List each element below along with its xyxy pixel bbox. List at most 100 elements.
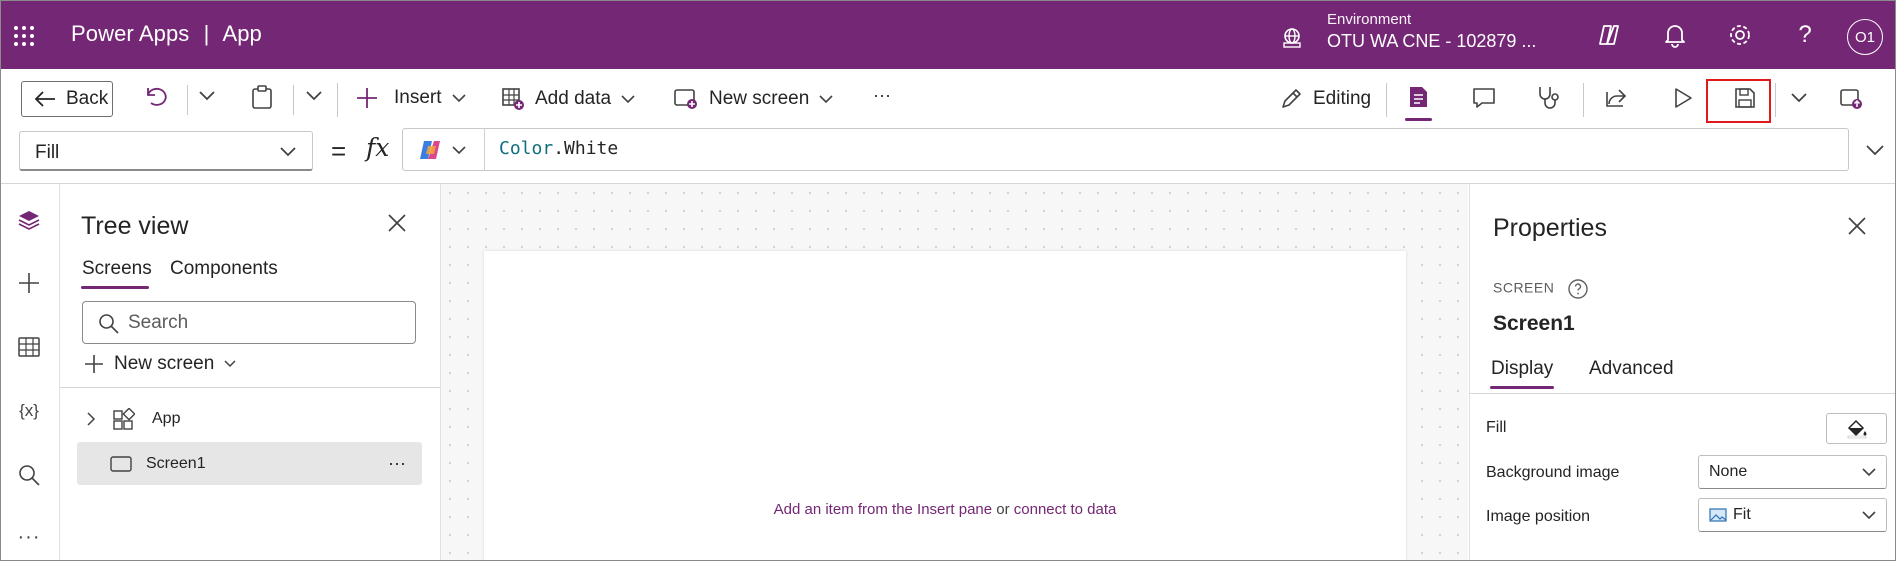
- undo-button[interactable]: [144, 85, 168, 107]
- toolbar-separator: [1386, 83, 1387, 117]
- close-icon[interactable]: [387, 213, 407, 233]
- top-header: Power Apps | App Environment OTU WA CNE …: [1, 1, 1895, 69]
- more-options-icon[interactable]: ···: [15, 523, 43, 551]
- save-separator: [1775, 83, 1776, 117]
- expand-formula-button[interactable]: [1866, 145, 1884, 156]
- chevron-down-icon: [452, 146, 466, 155]
- search-icon: [99, 314, 119, 334]
- data-table-icon[interactable]: [15, 333, 43, 361]
- tree-item-label: App: [152, 409, 181, 427]
- help-icon[interactable]: ?: [1791, 21, 1819, 49]
- insert-plus-icon[interactable]: [15, 269, 43, 297]
- chevron-down-icon: [199, 91, 215, 101]
- comment-icon: [1473, 88, 1495, 108]
- selected-screen-name: Screen1: [1493, 312, 1575, 335]
- editing-mode-button[interactable]: Editing: [1279, 87, 1371, 111]
- app-section: App: [222, 21, 262, 46]
- tree-new-screen-button[interactable]: New screen: [84, 353, 236, 375]
- formula-object: Color: [499, 138, 554, 159]
- toolbar-separator: [1583, 83, 1584, 117]
- publish-button[interactable]: [1839, 87, 1863, 111]
- formula-dot: .: [553, 138, 565, 159]
- insert-pane-link[interactable]: Add an item from the Insert pane: [774, 501, 992, 518]
- copilot-formula-button[interactable]: [402, 128, 485, 171]
- variables-icon[interactable]: {x}: [15, 397, 43, 425]
- chevron-down-icon: [621, 94, 635, 103]
- app-icon: [113, 407, 135, 430]
- close-icon[interactable]: [1847, 216, 1867, 236]
- formula-member: White: [564, 138, 619, 159]
- save-dropdown-button[interactable]: [1791, 93, 1807, 103]
- tree-new-screen-label: New screen: [114, 353, 215, 374]
- insert-button[interactable]: Insert: [356, 87, 466, 109]
- formula-text[interactable]: Color.White: [499, 138, 618, 159]
- fill-label: Fill: [1486, 419, 1507, 436]
- connect-data-link[interactable]: connect to data: [1014, 501, 1117, 518]
- image-position-value: Fit: [1733, 506, 1751, 523]
- more-commands-button[interactable]: ···: [873, 85, 891, 106]
- search-icon[interactable]: [15, 461, 43, 489]
- share-button[interactable]: [1604, 87, 1628, 109]
- undo-dropdown-button[interactable]: [199, 91, 215, 101]
- tab-screens[interactable]: Screens: [82, 258, 152, 280]
- plus-icon: [85, 355, 103, 373]
- app-details-button[interactable]: [1406, 85, 1430, 109]
- background-image-dropdown[interactable]: None: [1698, 455, 1887, 489]
- chevron-down-icon: [819, 94, 833, 103]
- environment-icon[interactable]: [1281, 27, 1303, 49]
- property-selector-value: Fill: [35, 142, 60, 163]
- property-selector[interactable]: Fill: [19, 131, 313, 171]
- help-circle-icon[interactable]: [1567, 278, 1589, 300]
- settings-gear-icon[interactable]: [1726, 21, 1754, 49]
- tab-display[interactable]: Display: [1491, 358, 1553, 380]
- fx-icon: fx: [366, 133, 390, 162]
- app-checker-button[interactable]: [1536, 85, 1562, 111]
- tree-view-layers-icon[interactable]: [15, 206, 43, 234]
- publish-icon: [1840, 89, 1862, 109]
- image-position-dropdown[interactable]: Fit: [1698, 498, 1887, 532]
- image-position-label: Image position: [1486, 508, 1591, 525]
- app-window: Power Apps | App Environment OTU WA CNE …: [0, 0, 1896, 561]
- add-data-button[interactable]: Add data: [501, 87, 635, 111]
- hint-or: or: [992, 501, 1014, 518]
- formula-input[interactable]: [402, 128, 1849, 171]
- paint-bucket-icon: [1847, 419, 1866, 438]
- insert-label: Insert: [394, 87, 442, 108]
- save-button[interactable]: [1734, 87, 1756, 109]
- canvas-empty-hint: Add an item from the Insert pane or conn…: [484, 501, 1406, 518]
- tree-divider: [60, 387, 440, 388]
- environment-value[interactable]: OTU WA CNE - 102879 ...: [1327, 31, 1536, 52]
- notifications-bell-icon[interactable]: [1661, 21, 1689, 49]
- stethoscope-icon: [1539, 87, 1559, 109]
- tab-components[interactable]: Components: [170, 258, 278, 280]
- save-icon: [1735, 88, 1755, 108]
- tab-advanced[interactable]: Advanced: [1589, 358, 1674, 380]
- fill-color-picker[interactable]: [1826, 413, 1887, 444]
- editing-label: Editing: [1313, 88, 1372, 109]
- paste-separator: [293, 85, 294, 115]
- back-button[interactable]: Back: [21, 81, 113, 117]
- user-avatar[interactable]: O1: [1847, 19, 1883, 55]
- more-options-icon[interactable]: ···: [388, 453, 406, 474]
- comments-button[interactable]: [1472, 87, 1496, 109]
- add-data-label: Add data: [535, 88, 612, 109]
- app-launcher-icon[interactable]: [13, 25, 35, 47]
- copilot-header-icon[interactable]: [1595, 21, 1623, 49]
- tree-search-placeholder: Search: [128, 312, 189, 333]
- paste-dropdown-button[interactable]: [306, 91, 322, 101]
- background-image-label: Background image: [1486, 464, 1620, 481]
- background-image-value: None: [1709, 463, 1748, 480]
- undo-separator: [187, 85, 188, 115]
- screen-artboard[interactable]: Add an item from the Insert pane or conn…: [484, 251, 1406, 560]
- tree-item-screen1[interactable]: Screen1 ···: [77, 442, 422, 485]
- preview-button[interactable]: [1672, 87, 1694, 109]
- control-type-text: SCREEN: [1493, 279, 1555, 296]
- environment-label: Environment: [1327, 11, 1412, 28]
- paste-button[interactable]: [251, 85, 273, 109]
- chevron-down-icon: [1791, 93, 1807, 103]
- chevron-right-icon: [87, 411, 96, 426]
- tree-item-app[interactable]: App: [77, 397, 422, 440]
- image-fit-icon: [1709, 508, 1727, 522]
- new-screen-button[interactable]: New screen: [673, 87, 833, 111]
- copilot-icon: [420, 141, 440, 159]
